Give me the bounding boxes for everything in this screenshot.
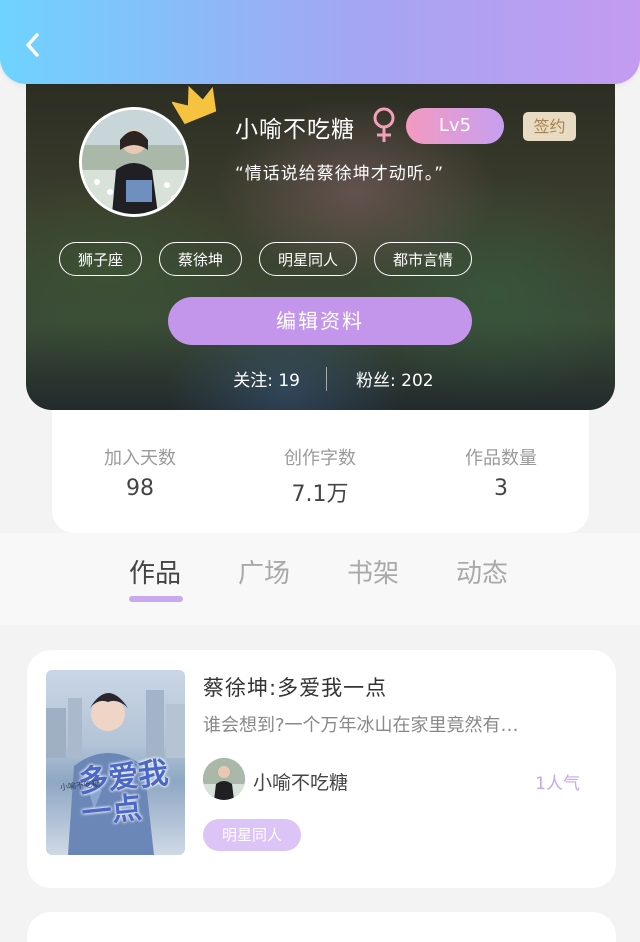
- following-value: 19: [278, 371, 300, 391]
- cover-title: 多爱我一点: [76, 755, 170, 832]
- following-count[interactable]: 关注: 19: [233, 366, 300, 391]
- signed-badge: 签约: [523, 112, 576, 141]
- next-work-card[interactable]: [27, 912, 616, 942]
- following-label: 关注:: [233, 371, 273, 391]
- profile-tag[interactable]: 明星同人: [259, 242, 358, 276]
- follow-stats: 关注: 19 粉丝: 202: [26, 366, 615, 392]
- profile-tag[interactable]: 都市言情: [374, 242, 473, 276]
- fans-count[interactable]: 粉丝: 202: [356, 366, 434, 391]
- fans-label: 粉丝:: [356, 371, 396, 391]
- stat-label: 作品数量: [465, 448, 537, 469]
- crown-icon: [172, 85, 217, 124]
- book-cover[interactable]: 多爱我一点 小喻不吃糖: [46, 670, 185, 855]
- chevron-left-icon: [26, 33, 39, 57]
- work-title[interactable]: 蔡徐坤:多爱我一点: [203, 672, 387, 702]
- stat-label: 加入天数: [104, 448, 176, 469]
- tab-bookshelf[interactable]: 书架: [347, 553, 399, 590]
- author-name: 小喻不吃糖: [253, 772, 349, 794]
- work-card[interactable]: 多爱我一点 小喻不吃糖 蔡徐坤:多爱我一点 谁会想到?一个万年冰山在家里竟然有……: [27, 650, 616, 888]
- author-avatar[interactable]: [203, 758, 245, 800]
- stat-label: 创作字数: [284, 448, 356, 469]
- profile-tag[interactable]: 狮子座: [59, 242, 143, 276]
- work-summary: 谁会想到?一个万年冰山在家里竟然有…: [203, 715, 519, 736]
- tab-bar: 作品 广场 书架 动态: [0, 533, 640, 625]
- female-icon: [373, 107, 395, 142]
- edit-profile-button[interactable]: 编辑资料: [168, 297, 472, 345]
- active-tab-indicator: [129, 596, 183, 602]
- profile-tags: 狮子座 蔡徐坤 明星同人 都市言情: [59, 242, 473, 276]
- popularity-count: 1人气: [535, 774, 580, 794]
- fans-value: 202: [401, 371, 434, 391]
- divider: [326, 367, 327, 391]
- stat-join-days: 加入天数 98: [60, 444, 220, 501]
- tab-works[interactable]: 作品: [129, 553, 181, 590]
- stat-work-count: 作品数量 3: [421, 444, 581, 501]
- level-badge: Lv5: [406, 108, 504, 144]
- top-navigation-bar: [0, 0, 640, 84]
- nickname: 小喻不吃糖: [235, 117, 355, 143]
- stat-word-count: 创作字数 7.1万: [240, 444, 400, 508]
- stats-card: 加入天数 98 创作字数 7.1万 作品数量 3: [52, 400, 589, 533]
- back-button[interactable]: [20, 30, 46, 60]
- work-category-tag[interactable]: 明星同人: [203, 819, 301, 851]
- stat-value: 7.1万: [291, 482, 349, 507]
- profile-motto: “情话说给蔡徐坤才动听。”: [235, 164, 445, 184]
- stat-value: 98: [126, 476, 154, 501]
- profile-tag[interactable]: 蔡徐坤: [159, 242, 243, 276]
- tab-square[interactable]: 广场: [238, 553, 290, 590]
- profile-card: 小喻不吃糖 Lv5 签约 “情话说给蔡徐坤才动听。” 狮子座 蔡徐坤 明星同人 …: [26, 60, 615, 410]
- tab-updates[interactable]: 动态: [456, 553, 508, 590]
- stat-value: 3: [494, 476, 508, 501]
